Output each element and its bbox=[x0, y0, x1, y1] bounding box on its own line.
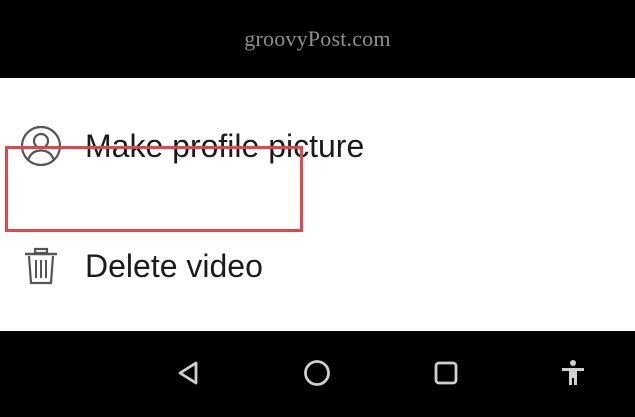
home-circle-icon bbox=[302, 358, 332, 393]
person-circle-icon bbox=[19, 124, 63, 168]
delete-video-option[interactable]: Delete video bbox=[0, 221, 635, 311]
options-sheet: Make profile picture Delete video bbox=[0, 78, 635, 331]
back-triangle-icon bbox=[174, 358, 204, 393]
watermark-text: groovyPost.com bbox=[244, 26, 391, 51]
back-button[interactable] bbox=[167, 353, 211, 397]
accessibility-icon bbox=[558, 358, 588, 393]
home-button[interactable] bbox=[295, 353, 339, 397]
delete-video-label: Delete video bbox=[85, 247, 263, 284]
system-navigation-bar bbox=[0, 331, 635, 417]
accessibility-button[interactable] bbox=[551, 353, 595, 397]
make-profile-picture-label: Make profile picture bbox=[85, 127, 365, 164]
recents-square-icon bbox=[431, 358, 461, 393]
make-profile-picture-option[interactable]: Make profile picture bbox=[0, 101, 635, 191]
trash-icon bbox=[19, 244, 63, 288]
recents-button[interactable] bbox=[424, 353, 468, 397]
